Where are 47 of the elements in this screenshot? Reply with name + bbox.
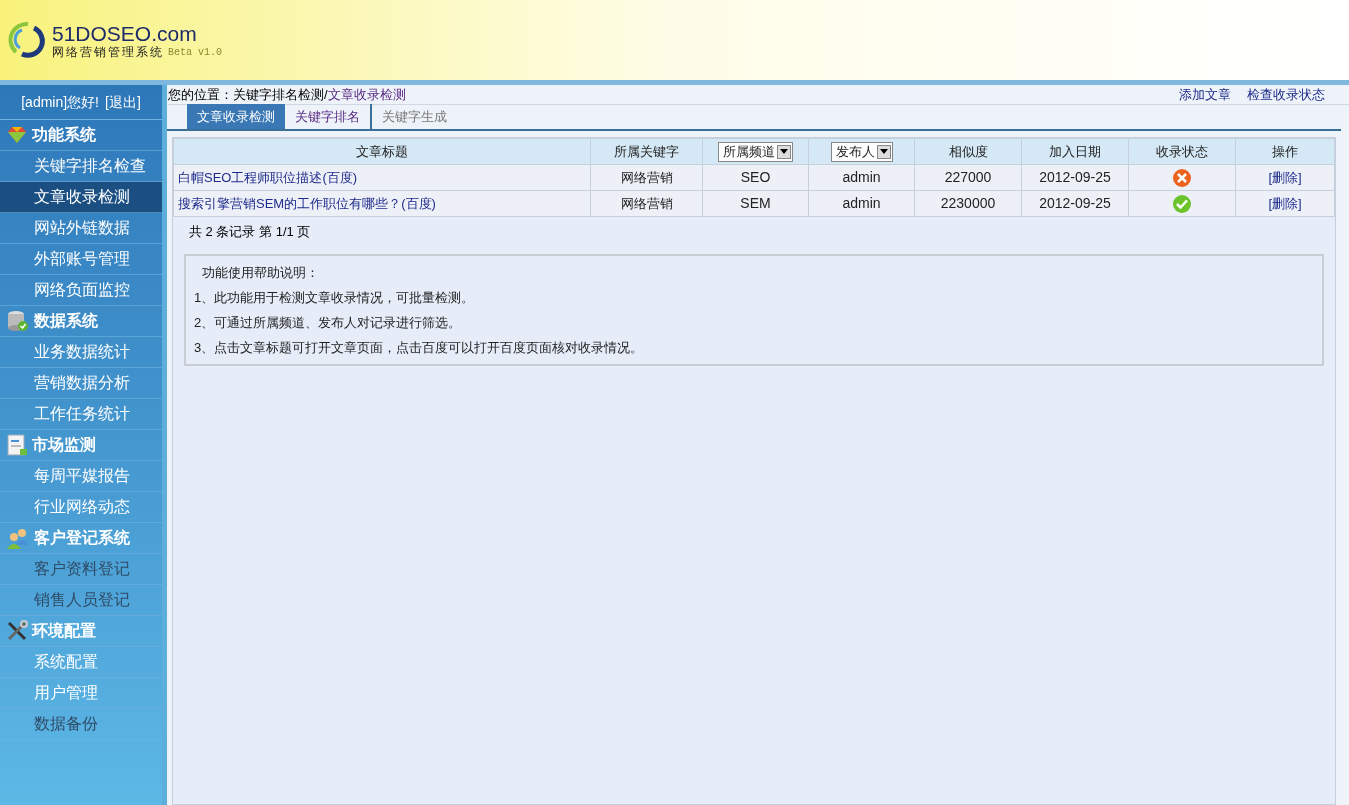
- help-text: 2、可通过所属频道、发布人对记录进行筛选。: [194, 313, 463, 332]
- column-header: 操作: [1272, 143, 1298, 159]
- help-text: 1、此功能用于检测文章收录情况，可批量检测。: [194, 288, 476, 307]
- column-header: 收录状态: [1156, 143, 1208, 159]
- section-title: 功能系统: [32, 125, 96, 145]
- logout-link[interactable]: [退出]: [105, 91, 141, 113]
- table-cell: admin: [842, 195, 881, 211]
- table-cell: 2012-09-25: [1039, 195, 1111, 211]
- table-cell: admin: [842, 169, 881, 185]
- tab[interactable]: 文章收录检测: [187, 104, 285, 129]
- section-title: 市场监测: [32, 435, 96, 455]
- column-header: 相似度: [948, 143, 988, 159]
- filter-dropdown[interactable]: 所属频道: [718, 141, 793, 162]
- gem-icon: [6, 125, 28, 145]
- help-text: 3、点击文章标题可打开文章页面，点击百度可以打开百度页面核对收录情况。: [194, 338, 645, 357]
- action-link[interactable]: 检查收录状态: [1247, 84, 1325, 105]
- section-title: 数据系统: [34, 311, 98, 331]
- caret-icon: [876, 144, 891, 159]
- greeting-text: [admin]您好!: [21, 92, 99, 112]
- column-header: 加入日期: [1049, 143, 1101, 159]
- version-label: Beta v1.0: [168, 47, 222, 58]
- breadcrumb: 您的位置：关键字排名检测/文章收录检测: [168, 85, 406, 104]
- section-title: 环境配置: [32, 621, 96, 641]
- help-title: 功能使用帮助说明：: [201, 263, 320, 282]
- section-title: 客户登记系统: [34, 528, 130, 548]
- users-icon: [6, 527, 30, 549]
- database-icon: [6, 309, 30, 333]
- tab[interactable]: 关键字排名: [285, 104, 372, 129]
- caret-icon: [777, 144, 791, 159]
- table-cell: 网络营销: [620, 169, 673, 185]
- logo-title: 51DOSEO.com: [52, 22, 198, 44]
- logo-icon: [8, 20, 48, 60]
- table-cell: 227000: [944, 169, 992, 185]
- table-cell: 网络营销: [620, 195, 673, 211]
- column-header: 所属关键字: [614, 143, 679, 159]
- logo-subtitle: 网络营销管理系统: [52, 45, 164, 58]
- document-icon: [6, 433, 28, 457]
- table-cell: SEM: [740, 195, 771, 211]
- filter-dropdown[interactable]: 发布人: [830, 141, 893, 162]
- pagination-text: 共 2 条记录 第 1/1 页: [188, 223, 312, 241]
- tools-icon: [6, 620, 28, 642]
- action-link[interactable]: 添加文章: [1179, 84, 1231, 105]
- table-cell: SEO: [740, 169, 771, 185]
- column-header: 文章标题: [356, 143, 408, 159]
- sidebar-item[interactable]: 文章收录检测: [0, 182, 162, 213]
- table-cell: 2012-09-25: [1039, 169, 1111, 185]
- table-cell: 2230000: [940, 195, 996, 211]
